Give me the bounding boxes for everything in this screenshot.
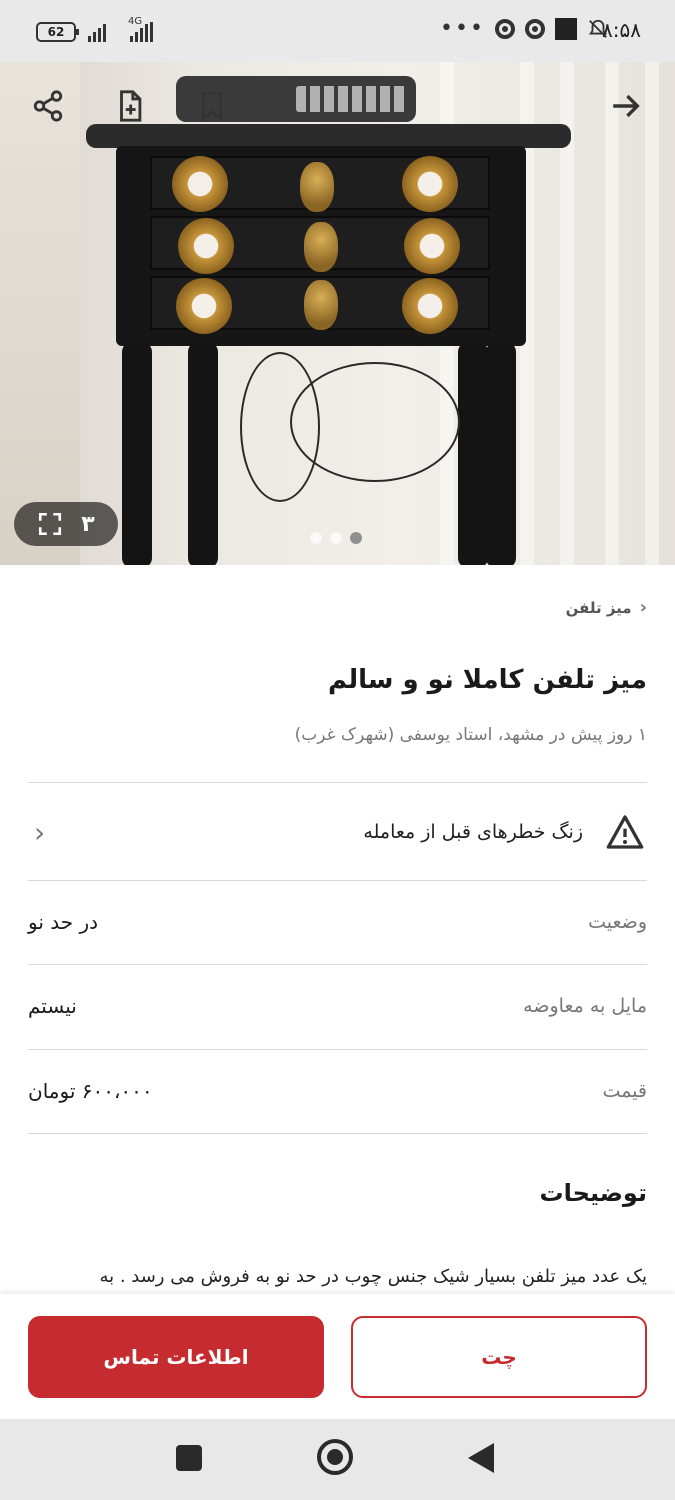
drawer-handle	[304, 222, 338, 272]
detail-row-condition: وضعیت در حد نو	[28, 880, 647, 964]
listing-meta: ۱ روز پیش در مشهد، استاد یوسفی (شهرک غرب…	[294, 725, 647, 745]
divider	[28, 1133, 647, 1134]
share-button[interactable]	[28, 86, 68, 126]
bookmark-icon	[202, 91, 222, 122]
app-notification-icon	[554, 18, 577, 40]
battery-icon: 62	[36, 22, 79, 42]
chrome-icon-2	[524, 19, 545, 39]
drawer-knob	[172, 156, 228, 212]
detail-key: وضعیت	[588, 911, 647, 933]
listing-title: میز تلفن کاملا نو و سالم	[327, 665, 647, 695]
drawer-knob	[402, 278, 458, 334]
drawer-knob	[404, 218, 460, 274]
back-button[interactable]	[606, 86, 646, 126]
detail-key: قیمت	[602, 1080, 647, 1102]
recents-button[interactable]	[176, 1445, 202, 1471]
detail-value: نیستم	[28, 994, 77, 1018]
more-notifications-icon: •••	[440, 16, 485, 41]
action-bar: چت اطلاعات تماس	[0, 1294, 675, 1419]
detail-value: در حد نو	[28, 910, 99, 934]
price-value: ۶۰۰،۰۰۰ تومان	[28, 1079, 153, 1103]
breadcrumb-category[interactable]: میز تلفن	[566, 599, 632, 617]
chat-button[interactable]: چت	[351, 1316, 647, 1398]
fullscreen-icon	[39, 512, 62, 536]
image-count: ۳	[81, 511, 95, 537]
description-heading: توضیحات	[539, 1179, 647, 1207]
description-text: یک عدد میز تلفن بسیار شیک جنس چوب در حد …	[99, 1266, 647, 1287]
signal-icon	[88, 22, 106, 42]
page-dot[interactable]	[330, 532, 342, 544]
table-leg	[188, 342, 218, 565]
wall	[0, 62, 80, 565]
system-nav-bar	[0, 1419, 675, 1500]
safety-warning-row[interactable]: زنگ خطرهای قبل از معامله ‹	[28, 797, 647, 867]
gallery-fullscreen-button[interactable]: ۳	[14, 502, 118, 546]
table-top	[86, 124, 571, 148]
chevron-left-icon: ‹	[34, 815, 46, 849]
chevron-left-icon: ‹	[639, 597, 647, 618]
divider	[28, 782, 647, 783]
arrow-right-icon	[613, 94, 640, 118]
breadcrumb[interactable]: ‹ میز تلفن	[566, 597, 647, 618]
status-bar: 62 4G ••• ۸:۵۸	[0, 0, 675, 62]
listing-photo[interactable]: ۳	[0, 62, 675, 565]
nav-back-button[interactable]	[468, 1443, 494, 1473]
page-dot-active[interactable]	[350, 532, 362, 544]
detail-key: مایل به معاوضه	[523, 995, 647, 1017]
home-button[interactable]	[317, 1439, 353, 1475]
notification-icons: •••	[440, 18, 609, 40]
signal-icon-2	[130, 22, 153, 42]
gallery-page-indicator	[310, 532, 362, 544]
drawer-knob	[402, 156, 458, 212]
battery-level: 62	[47, 25, 65, 39]
table-leg	[122, 342, 152, 565]
telephone-keypad	[296, 86, 406, 112]
table-leg	[458, 342, 488, 565]
drawer-knob	[178, 218, 234, 274]
drawer-handle	[304, 280, 338, 330]
table-leg	[486, 342, 516, 565]
chrome-icon	[494, 19, 515, 39]
contact-info-button[interactable]: اطلاعات تماس	[28, 1316, 324, 1398]
add-note-button[interactable]	[110, 86, 150, 126]
clock: ۸:۵۸	[602, 18, 641, 42]
detail-row-price: قیمت ۶۰۰،۰۰۰ تومان	[28, 1049, 647, 1133]
page-dot[interactable]	[310, 532, 322, 544]
drawer-knob	[176, 278, 232, 334]
bookmark-button[interactable]	[192, 86, 232, 126]
safety-warning-label: زنگ خطرهای قبل از معامله	[363, 821, 583, 843]
phone-cable	[290, 362, 460, 482]
detail-row-exchange: مایل به معاوضه نیستم	[28, 964, 647, 1048]
warning-icon	[606, 815, 644, 849]
share-icon	[33, 90, 63, 122]
drawer-handle	[300, 162, 334, 212]
add-note-icon	[120, 90, 142, 122]
